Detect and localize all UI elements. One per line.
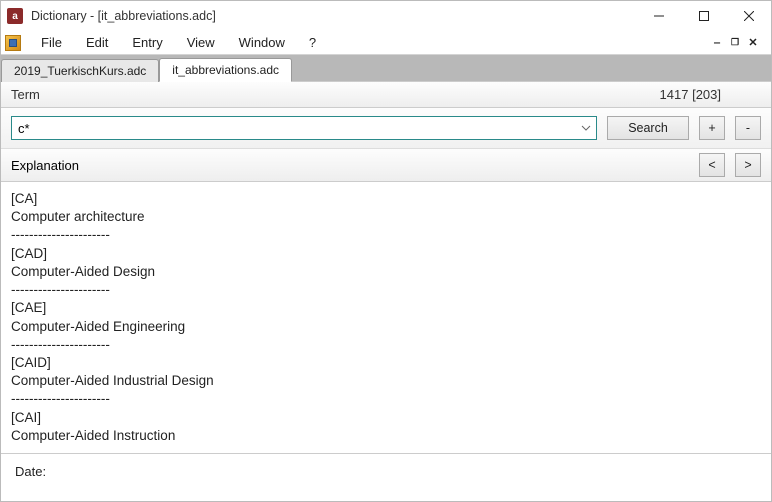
- term-label: Term: [11, 87, 40, 102]
- term-header: Term 1417 [203]: [1, 81, 771, 108]
- menu-edit[interactable]: Edit: [74, 32, 120, 53]
- mdi-restore-button[interactable]: ❐: [727, 36, 743, 50]
- mdi-controls: ‒ ❐ ✕: [709, 36, 767, 50]
- chevron-down-icon[interactable]: [576, 117, 596, 139]
- footer: Date:: [1, 454, 771, 489]
- tab-it-abbreviations[interactable]: it_abbreviations.adc: [159, 58, 292, 82]
- maximize-button[interactable]: [681, 1, 726, 31]
- mdi-minimize-button[interactable]: ‒: [709, 36, 725, 50]
- titlebar: a Dictionary - [it_abbreviations.adc]: [1, 1, 771, 31]
- explanation-header: Explanation < >: [1, 149, 771, 182]
- menu-help[interactable]: ?: [297, 32, 328, 53]
- remove-button[interactable]: -: [735, 116, 761, 140]
- tabstrip: 2019_TuerkischKurs.adc it_abbreviations.…: [1, 55, 771, 81]
- results-pane[interactable]: [CA] Computer architecture -------------…: [1, 182, 771, 454]
- close-button[interactable]: [726, 1, 771, 31]
- next-button[interactable]: >: [735, 153, 761, 177]
- add-button[interactable]: +: [699, 116, 725, 140]
- app-icon: a: [7, 8, 23, 24]
- menu-window[interactable]: Window: [227, 32, 297, 53]
- mdi-close-button[interactable]: ✕: [745, 36, 761, 50]
- menu-file[interactable]: File: [29, 32, 74, 53]
- explanation-label: Explanation: [11, 158, 79, 173]
- menu-view[interactable]: View: [175, 32, 227, 53]
- menu-entry[interactable]: Entry: [120, 32, 174, 53]
- search-input[interactable]: [12, 117, 576, 139]
- search-button[interactable]: Search: [607, 116, 689, 140]
- tab-tuerkischkurs[interactable]: 2019_TuerkischKurs.adc: [1, 59, 159, 82]
- term-combo[interactable]: [11, 116, 597, 140]
- result-counts: 1417 [203]: [660, 87, 761, 102]
- search-row: Search + -: [1, 108, 771, 149]
- menubar: File Edit Entry View Window ? ‒ ❐ ✕: [1, 31, 771, 55]
- window-title: Dictionary - [it_abbreviations.adc]: [31, 9, 216, 23]
- minimize-button[interactable]: [636, 1, 681, 31]
- toolbar-icon: [5, 35, 21, 51]
- prev-button[interactable]: <: [699, 153, 725, 177]
- date-label: Date:: [15, 464, 46, 479]
